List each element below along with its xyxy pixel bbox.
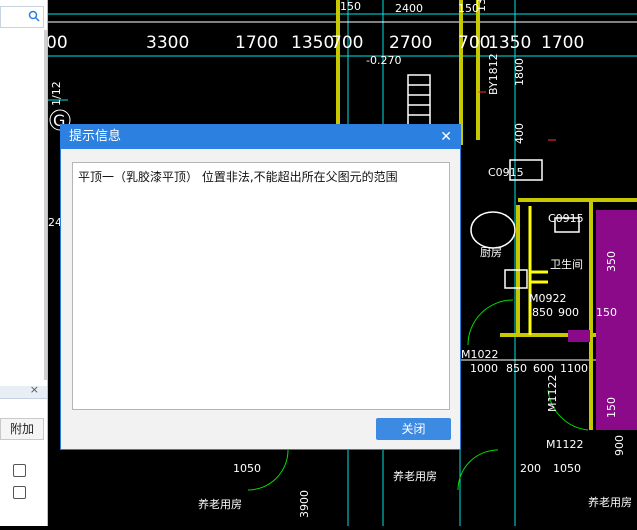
room-name: 卫生间 <box>550 257 583 271</box>
attach-checkbox[interactable] <box>13 464 26 477</box>
dim-label: 1350 <box>291 33 334 53</box>
dim-label: 600 <box>533 362 554 375</box>
dim-label: 00 <box>48 33 68 53</box>
dialog-message: 平顶一（乳胶漆平顶） 位置非法,不能超出所在父图元的范围 <box>78 170 398 184</box>
column-header-attach: 附加 <box>0 418 44 440</box>
dim-label: 1350 <box>488 33 531 53</box>
dim-label: 1700 <box>235 33 278 53</box>
room-code: BY1812 <box>487 53 500 95</box>
room-name: 养老用房 <box>393 469 437 483</box>
dim-label: 350 <box>605 251 618 272</box>
dim-label: 400 <box>513 123 526 144</box>
dim-label: 900 <box>613 435 626 456</box>
room-code: C0915 <box>548 212 584 225</box>
search-input[interactable] <box>0 6 44 28</box>
dim-label: 3300 <box>146 33 189 53</box>
dim-label: 1800 <box>513 58 526 86</box>
room-code: M1122 <box>546 438 584 451</box>
dim-label: 150 <box>340 0 361 13</box>
room-code: M0922 <box>529 292 567 305</box>
dim-label: 700 <box>331 33 363 53</box>
left-panel: × 附加 <box>0 0 48 526</box>
dim-label: 1700 <box>541 33 584 53</box>
dim-label: 850 <box>506 362 527 375</box>
attribute-subpanel: × 附加 <box>0 383 47 526</box>
close-icon[interactable]: ✕ <box>440 125 452 149</box>
axis-label: 1/12 <box>50 81 63 106</box>
dim-label: 1050 <box>553 462 581 475</box>
dim-label: 2400 <box>395 2 423 15</box>
dialog-message-box: 平顶一（乳胶漆平顶） 位置非法,不能超出所在父图元的范围 <box>72 162 450 410</box>
close-button[interactable]: 关闭 <box>376 418 451 440</box>
dim-label: 1100 <box>560 362 588 375</box>
dim-label: 200 <box>520 462 541 475</box>
dialog-title: 提示信息 <box>69 129 122 144</box>
room-code: M1122 <box>546 375 559 413</box>
dim-label: 150 <box>605 397 618 418</box>
room-code: C0915 <box>488 166 524 179</box>
dim-label: 1300 <box>475 0 488 12</box>
subpanel-titlebar: × <box>0 383 47 399</box>
search-icon[interactable] <box>28 10 40 22</box>
elevation-label: -0.270 <box>366 54 401 67</box>
room-code: M1022 <box>461 348 499 361</box>
dim-label: 700 <box>458 33 490 53</box>
dim-label: 1050 <box>233 462 261 475</box>
alert-dialog: 提示信息 ✕ 平顶一（乳胶漆平顶） 位置非法,不能超出所在父图元的范围 关闭 <box>60 124 461 450</box>
dim-label: 3900 <box>298 490 311 518</box>
close-icon[interactable]: × <box>30 383 39 396</box>
dim-label: 150 <box>596 306 617 319</box>
room-name: 养老用房 <box>198 497 242 511</box>
room-name: 养老用房 <box>588 495 632 509</box>
dim-label: 2700 <box>389 33 432 53</box>
dim-label: 900 <box>558 306 579 319</box>
room-name: 厨房 <box>480 246 502 259</box>
dim-label: 850 <box>532 306 553 319</box>
attach-checkbox[interactable] <box>13 486 26 499</box>
dialog-titlebar: 提示信息 ✕ <box>61 125 460 149</box>
dim-label: 1000 <box>470 362 498 375</box>
left-scrollbar[interactable] <box>44 30 47 380</box>
